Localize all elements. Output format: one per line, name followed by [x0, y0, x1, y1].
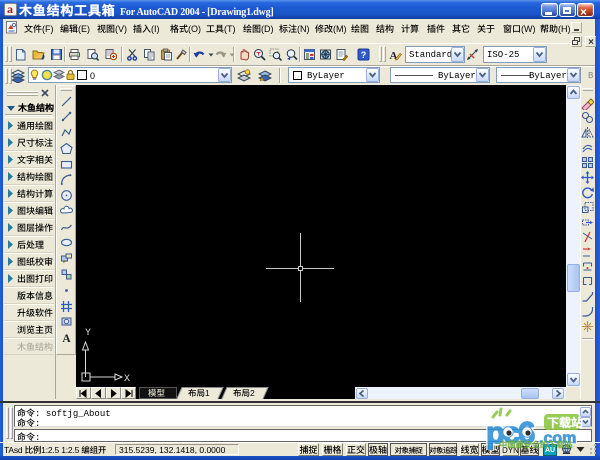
svg-text:中国最安全的下载站: 中国最安全的下载站: [499, 439, 574, 451]
svg-text:Y: Y: [85, 328, 91, 339]
svg-text:?: ?: [361, 50, 367, 60]
svg-text:X: X: [124, 374, 130, 385]
svg-text:下载站: 下载站: [547, 414, 583, 431]
svg-text:A: A: [62, 333, 71, 344]
